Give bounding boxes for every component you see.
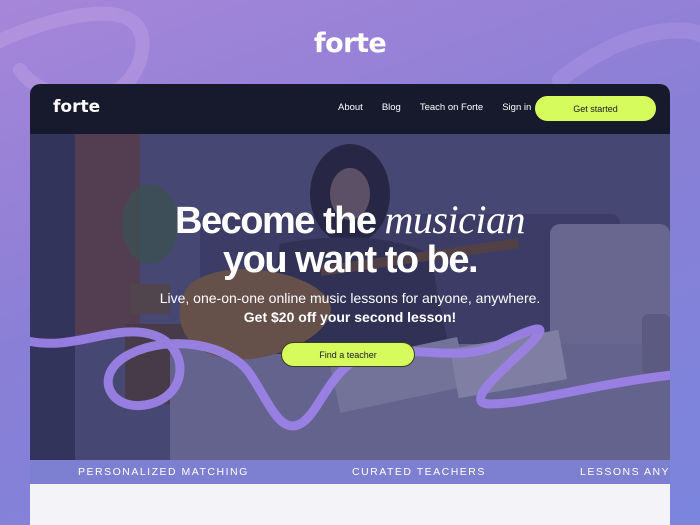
nav-links: About Blog Teach on Forte Sign in <box>338 102 550 113</box>
hero-promo: Get $20 off your second lesson! <box>243 309 457 325</box>
hero-headline-italic: musician <box>384 197 526 242</box>
ticker-item: PERSONALIZED MATCHING <box>78 466 249 478</box>
hero-headline-line2: you want to be. <box>222 239 479 281</box>
hero-section: Become the musician you want to be. Live… <box>30 134 670 460</box>
page-logo: forte <box>313 28 387 59</box>
nav-logo[interactable]: forte <box>53 97 100 117</box>
hero-headline-part1: Become the <box>175 200 377 242</box>
hero-subtitle: Live, one-on-one online music lessons fo… <box>159 290 541 306</box>
feature-ticker: PERSONALIZED MATCHING CURATED TEACHERS L… <box>30 460 670 484</box>
site-navbar: forte About Blog Teach on Forte Sign in … <box>30 84 670 134</box>
next-section <box>30 484 670 525</box>
nav-link-blog[interactable]: Blog <box>382 102 401 113</box>
ticker-item: CURATED TEACHERS <box>352 466 486 478</box>
hero-headline-line1: Become the musician <box>30 197 670 242</box>
nav-link-sign-in[interactable]: Sign in <box>502 102 531 113</box>
ticker-item: LESSONS ANYTI <box>580 466 670 478</box>
nav-link-teach[interactable]: Teach on Forte <box>420 102 483 113</box>
website-preview-frame: forte About Blog Teach on Forte Sign in … <box>30 84 670 525</box>
nav-link-about[interactable]: About <box>338 102 363 113</box>
find-a-teacher-button[interactable]: Find a teacher <box>281 342 415 367</box>
get-started-button[interactable]: Get started <box>534 95 657 122</box>
